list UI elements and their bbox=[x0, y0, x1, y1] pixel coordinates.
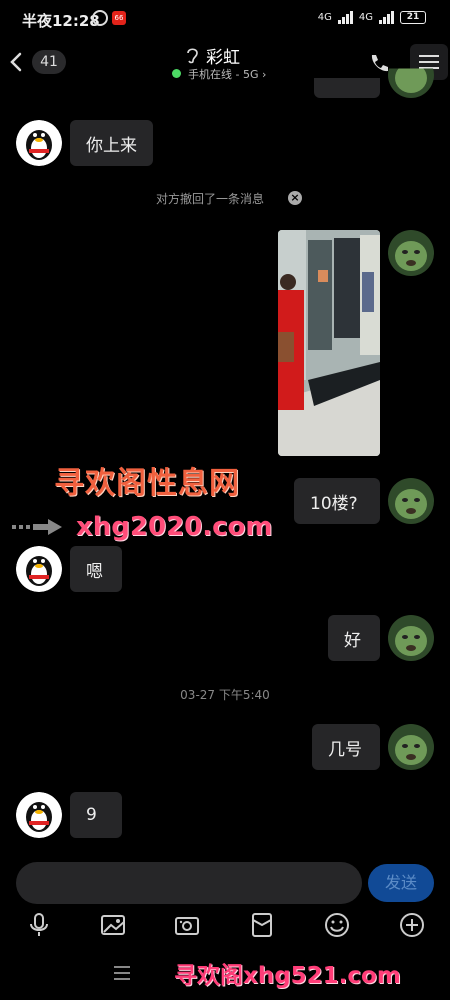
notification-badge: 66 bbox=[112, 11, 126, 25]
recall-notice: 对方撤回了一条消息 bbox=[156, 192, 265, 206]
message-text: 你上来 bbox=[86, 135, 137, 156]
unread-count-badge[interactable]: 41 bbox=[32, 50, 66, 74]
status-indicators: 4G 4G 21 bbox=[318, 10, 426, 24]
phone-icon[interactable] bbox=[368, 52, 390, 74]
chat-header: 41 彩虹 手机在线 - 5G › bbox=[0, 38, 450, 88]
message-bubble[interactable]: 好 bbox=[328, 615, 380, 661]
message-bubble[interactable]: 几号 bbox=[312, 724, 380, 770]
ear-icon bbox=[187, 48, 198, 64]
avatar-frog[interactable] bbox=[388, 724, 434, 770]
message-bubble-partial bbox=[314, 78, 380, 98]
message-text: 嗯 bbox=[86, 561, 103, 582]
network-label-2: 4G bbox=[358, 11, 373, 23]
message-bubble[interactable]: 10楼? bbox=[294, 478, 380, 524]
message-bubble[interactable]: 9 bbox=[70, 792, 122, 838]
plus-icon[interactable] bbox=[399, 912, 425, 938]
message-image[interactable] bbox=[278, 230, 380, 456]
mic-icon[interactable] bbox=[26, 912, 52, 938]
alarm-icon bbox=[92, 10, 108, 26]
watermark-url: xhg2020.com bbox=[76, 512, 273, 542]
online-status[interactable]: 手机在线 - 5G › bbox=[188, 66, 266, 82]
avatar-penguin[interactable] bbox=[16, 546, 62, 592]
message-input[interactable] bbox=[16, 862, 362, 904]
signal-icon bbox=[337, 10, 353, 24]
time-separator: 03-27 下午5:40 bbox=[180, 688, 270, 702]
status-bar: 半夜12:28 66 4G 4G 21 bbox=[0, 0, 450, 38]
avatar-penguin[interactable] bbox=[16, 120, 62, 166]
network-label: 4G bbox=[317, 11, 332, 23]
avatar-frog[interactable] bbox=[388, 230, 434, 276]
message-text: 10楼? bbox=[310, 493, 358, 514]
close-icon[interactable]: × bbox=[288, 191, 302, 205]
avatar-frog[interactable] bbox=[388, 478, 434, 524]
status-time: 半夜12:28 bbox=[22, 12, 100, 30]
battery-icon: 21 bbox=[400, 10, 426, 24]
menu-lines-icon[interactable] bbox=[114, 966, 130, 980]
watermark-title: 寻欢阁性息网 bbox=[54, 466, 240, 501]
message-text: 9 bbox=[86, 805, 97, 825]
message-text: 好 bbox=[344, 630, 361, 651]
online-status-dot bbox=[172, 69, 181, 78]
avatar-penguin[interactable] bbox=[16, 792, 62, 838]
arrow-icon bbox=[12, 519, 62, 535]
send-button[interactable]: 发送 bbox=[368, 864, 434, 902]
chat-title[interactable]: 彩虹 bbox=[206, 43, 240, 68]
message-text: 几号 bbox=[328, 739, 362, 760]
emoji-icon[interactable] bbox=[324, 912, 350, 938]
message-bubble[interactable]: 你上来 bbox=[70, 120, 153, 166]
message-bubble[interactable]: 嗯 bbox=[70, 546, 122, 592]
camera-icon[interactable] bbox=[174, 912, 200, 938]
red-packet-icon[interactable] bbox=[249, 912, 275, 938]
image-icon[interactable] bbox=[100, 912, 126, 938]
avatar-frog[interactable] bbox=[388, 615, 434, 661]
back-icon[interactable] bbox=[6, 50, 28, 74]
signal-icon-2 bbox=[379, 10, 394, 24]
watermark-bottom: 寻欢阁xhg521.com bbox=[174, 963, 401, 989]
